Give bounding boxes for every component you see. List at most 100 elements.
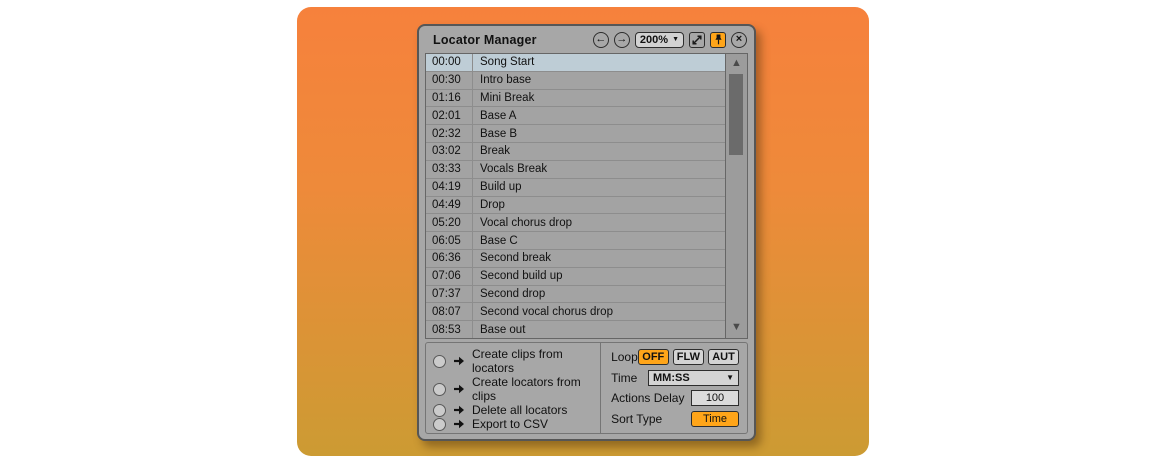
locator-time: 06:05 [426,232,473,249]
locator-row[interactable]: 06:05 Base C [426,232,725,250]
action-label: Delete all locators [472,403,567,417]
locator-name: Song Start [473,54,534,71]
locator-time: 07:06 [426,268,473,285]
loop-buttons: OFFFLWAUT [638,349,739,365]
locator-name: Second build up [473,268,562,285]
radio-button-icon[interactable] [433,404,446,417]
locator-time: 07:37 [426,286,473,303]
loop-option-aut[interactable]: AUT [708,349,739,365]
window-title: Locator Manager [433,33,537,47]
locator-time: 06:36 [426,250,473,267]
locator-name: Vocal chorus drop [473,214,572,231]
action-label: Create locators from clips [472,375,600,403]
arrow-right-icon [453,356,465,366]
action-row[interactable]: Create locators from clips [433,375,600,403]
chevron-down-icon: ▼ [726,373,734,382]
loop-option-off[interactable]: OFF [638,349,669,365]
locator-name: Vocals Break [473,161,547,178]
action-row[interactable]: Export to CSV [433,417,600,431]
actions-column: Create clips from locators Create locato… [426,343,601,433]
time-format-value: MM:SS [653,372,690,384]
locator-name: Intro base [473,72,531,89]
radio-button-icon[interactable] [433,355,446,368]
locator-row[interactable]: 03:33 Vocals Break [426,161,725,179]
actions-delay-value: 100 [706,392,724,404]
chevron-down-icon: ▼ [672,36,679,43]
pushpin-icon [714,34,723,45]
arrow-right-icon [453,405,465,415]
locator-row[interactable]: 08:53 Base out [426,321,725,338]
locator-name: Base B [473,125,517,142]
action-row[interactable]: Delete all locators [433,403,600,417]
radio-button-icon[interactable] [433,418,446,431]
sort-type-row: Sort Type Time [611,411,739,427]
locator-row[interactable]: 07:06 Second build up [426,268,725,286]
action-row[interactable]: Create clips from locators [433,347,600,375]
pin-button[interactable] [710,32,726,48]
actions-delay-label: Actions Delay [611,391,684,405]
scroll-up-icon[interactable]: ▲ [726,56,747,71]
locator-time: 04:49 [426,197,473,214]
action-label: Create clips from locators [472,347,600,375]
locator-list: 00:00 Song Start 00:30 Intro base 01:16 … [426,54,725,338]
locator-row[interactable]: 02:01 Base A [426,107,725,125]
action-label: Export to CSV [472,417,548,431]
locator-time: 02:01 [426,107,473,124]
arrow-left-icon: ← [595,34,606,45]
titlebar[interactable]: Locator Manager ← → 200% ▼ × [419,26,754,53]
forward-button[interactable]: → [614,32,630,48]
locator-row[interactable]: 05:20 Vocal chorus drop [426,214,725,232]
settings-column: Loop OFFFLWAUT Time MM:SS ▼ Actions Dela… [601,343,747,433]
scrollbar-thumb[interactable] [729,74,743,155]
time-format-dropdown[interactable]: MM:SS ▼ [648,370,739,386]
locator-row[interactable]: 07:37 Second drop [426,286,725,304]
loop-row: Loop OFFFLWAUT [611,349,739,365]
radio-button-icon[interactable] [433,383,446,396]
loop-label: Loop [611,350,638,364]
locator-name: Base out [473,321,525,338]
arrow-right-icon [453,419,465,429]
locator-name: Second vocal chorus drop [473,303,613,320]
locator-time: 00:30 [426,72,473,89]
actions-delay-input[interactable]: 100 [691,390,739,406]
locator-name: Drop [473,197,505,214]
locator-row[interactable]: 00:00 Song Start [426,54,725,72]
sort-type-button[interactable]: Time [691,411,739,427]
locator-row[interactable]: 00:30 Intro base [426,72,725,90]
locator-name: Second drop [473,286,545,303]
zoom-dropdown[interactable]: 200% ▼ [635,32,684,48]
titlebar-controls: ← → 200% ▼ × [593,32,747,48]
scroll-down-icon[interactable]: ▼ [726,320,747,335]
locator-row[interactable]: 08:07 Second vocal chorus drop [426,303,725,321]
locator-name: Second break [473,250,551,267]
arrow-right-icon: → [616,34,627,45]
sort-type-label: Sort Type [611,412,662,426]
locator-row[interactable]: 03:02 Break [426,143,725,161]
close-button[interactable]: × [731,32,747,48]
locator-time: 02:32 [426,125,473,142]
locator-row[interactable]: 06:36 Second break [426,250,725,268]
expand-button[interactable] [689,32,705,48]
expand-diagonal-icon [692,35,702,45]
time-format-row: Time MM:SS ▼ [611,370,739,386]
locator-row[interactable]: 04:19 Build up [426,179,725,197]
locator-time: 08:07 [426,303,473,320]
scrollbar[interactable]: ▲ ▼ [725,54,747,338]
locator-row[interactable]: 02:32 Base B [426,125,725,143]
back-button[interactable]: ← [593,32,609,48]
zoom-value: 200% [640,34,668,46]
locator-name: Base A [473,107,516,124]
locator-time: 03:02 [426,143,473,160]
loop-option-flw[interactable]: FLW [673,349,704,365]
controls-panel: Create clips from locators Create locato… [425,342,748,434]
sort-type-value: Time [703,413,727,425]
locator-time: 03:33 [426,161,473,178]
locator-row[interactable]: 01:16 Mini Break [426,90,725,108]
time-format-label: Time [611,371,637,385]
locator-time: 08:53 [426,321,473,338]
locator-name: Base C [473,232,518,249]
locator-row[interactable]: 04:49 Drop [426,197,725,215]
locator-name: Mini Break [473,90,534,107]
locator-list-panel: 00:00 Song Start 00:30 Intro base 01:16 … [425,53,748,339]
actions-delay-row: Actions Delay 100 [611,390,739,406]
